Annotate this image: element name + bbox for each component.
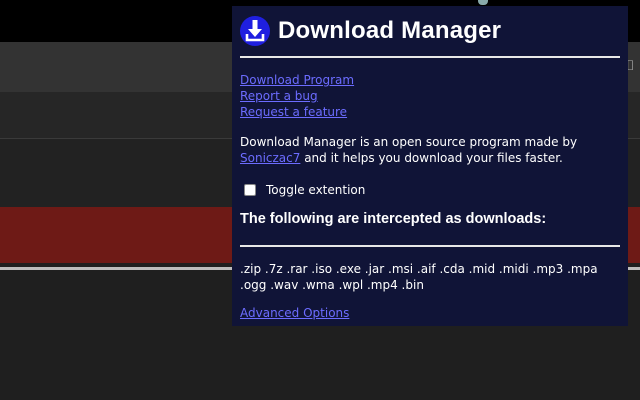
download-manager-popup: Download Manager Download Program Report… <box>232 6 628 326</box>
advanced-options-link[interactable]: Advanced Options <box>240 306 349 320</box>
section-divider <box>240 245 620 247</box>
advanced-options-row: Advanced Options <box>240 306 620 320</box>
description-text: Download Manager is an open source progr… <box>240 134 620 166</box>
toggle-extension-checkbox[interactable] <box>244 184 256 196</box>
toggle-row: Toggle extention <box>240 183 620 197</box>
download-arrow-icon <box>240 16 270 46</box>
author-link[interactable]: Soniczac7 <box>240 151 300 165</box>
link-list: Download Program Report a bug Request a … <box>240 72 620 120</box>
intercepted-heading: The following are intercepted as downloa… <box>240 211 547 227</box>
popup-title: Download Manager <box>278 17 502 44</box>
report-bug-link[interactable]: Report a bug <box>240 88 318 104</box>
download-program-link[interactable]: Download Program <box>240 72 354 88</box>
extension-list: .zip .7z .rar .iso .exe .jar .msi .aif .… <box>240 262 598 292</box>
toggle-label: Toggle extention <box>266 183 366 197</box>
description-suffix: and it helps you download your files fas… <box>300 151 563 165</box>
request-feature-link[interactable]: Request a feature <box>240 104 347 120</box>
header-divider <box>240 56 620 58</box>
popup-header: Download Manager <box>240 14 620 48</box>
description-prefix: Download Manager is an open source progr… <box>240 135 578 149</box>
